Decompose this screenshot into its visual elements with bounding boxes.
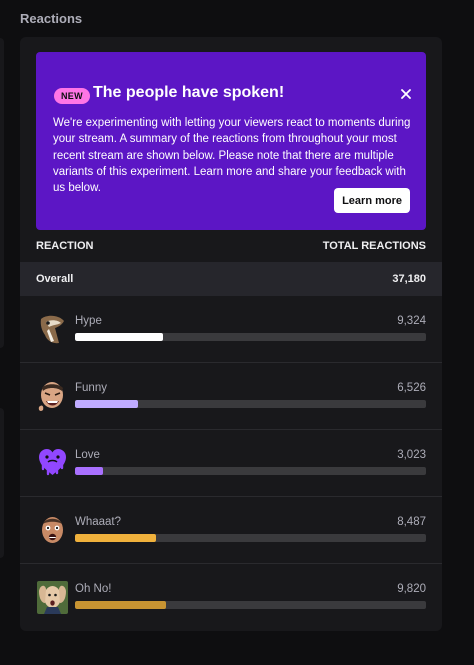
reaction-count: 3,023	[397, 449, 426, 461]
reaction-row-love: Love 3,023	[20, 430, 442, 497]
funny-emote-icon	[38, 382, 63, 411]
overall-row: Overall 37,180	[20, 262, 442, 296]
section-title: Reactions	[20, 11, 83, 26]
love-emote-icon	[39, 449, 66, 476]
banner-description: We're experimenting with letting your vi…	[53, 117, 411, 195]
reactions-card: NEW The people have spoken! We're experi…	[20, 37, 442, 631]
reaction-list: Hype 9,324 Funny 6,526 Love 3,023 Whaaat…	[20, 296, 442, 631]
adjacent-card	[0, 408, 4, 558]
reaction-bar-track	[75, 400, 426, 408]
reaction-bar-track	[75, 601, 426, 609]
reaction-bar-fill	[75, 333, 163, 341]
reaction-name: Hype	[75, 315, 102, 327]
new-badge: NEW	[54, 88, 90, 104]
reaction-bar-track	[75, 333, 426, 341]
reactions-page: Reactions NEW The people have spoken! We…	[0, 0, 474, 665]
reaction-bar-fill	[75, 534, 156, 542]
table-header: REACTION TOTAL REACTIONS	[36, 240, 426, 252]
reaction-row-whaaat: Whaaat? 8,487	[20, 497, 442, 564]
reaction-row-hype: Hype 9,324	[20, 296, 442, 363]
reaction-row-oh-no: Oh No! 9,820	[20, 564, 442, 631]
reaction-name: Funny	[75, 382, 107, 394]
total-reactions-column-header: TOTAL REACTIONS	[322, 240, 426, 252]
reaction-name: Love	[75, 449, 100, 461]
reaction-count: 6,526	[397, 382, 426, 394]
experiment-banner: NEW The people have spoken! We're experi…	[36, 52, 426, 230]
reaction-count: 9,820	[397, 583, 426, 595]
overall-total: 37,180	[392, 273, 426, 285]
close-icon	[401, 89, 411, 99]
reaction-name: Oh No!	[75, 583, 112, 595]
reaction-bar-fill	[75, 400, 139, 408]
reaction-bar-track	[75, 467, 426, 475]
whaaat-emote-icon	[42, 517, 63, 543]
learn-more-button[interactable]: Learn more	[334, 188, 410, 213]
hype-emote-icon	[40, 315, 64, 344]
reaction-bar-track	[75, 534, 426, 542]
overall-label: Overall	[36, 273, 74, 285]
close-button[interactable]	[396, 84, 416, 104]
reaction-name: Whaaat?	[75, 516, 122, 528]
reaction-bar-fill	[75, 467, 104, 475]
reaction-count: 8,487	[397, 516, 426, 528]
reaction-column-header: REACTION	[36, 240, 94, 252]
reaction-bar-fill	[75, 601, 167, 609]
adjacent-card	[0, 38, 4, 348]
oh-no-emote-icon	[37, 581, 68, 614]
reaction-row-funny: Funny 6,526	[20, 363, 442, 430]
banner-title: The people have spoken!	[93, 84, 285, 101]
reaction-count: 9,324	[397, 315, 426, 327]
